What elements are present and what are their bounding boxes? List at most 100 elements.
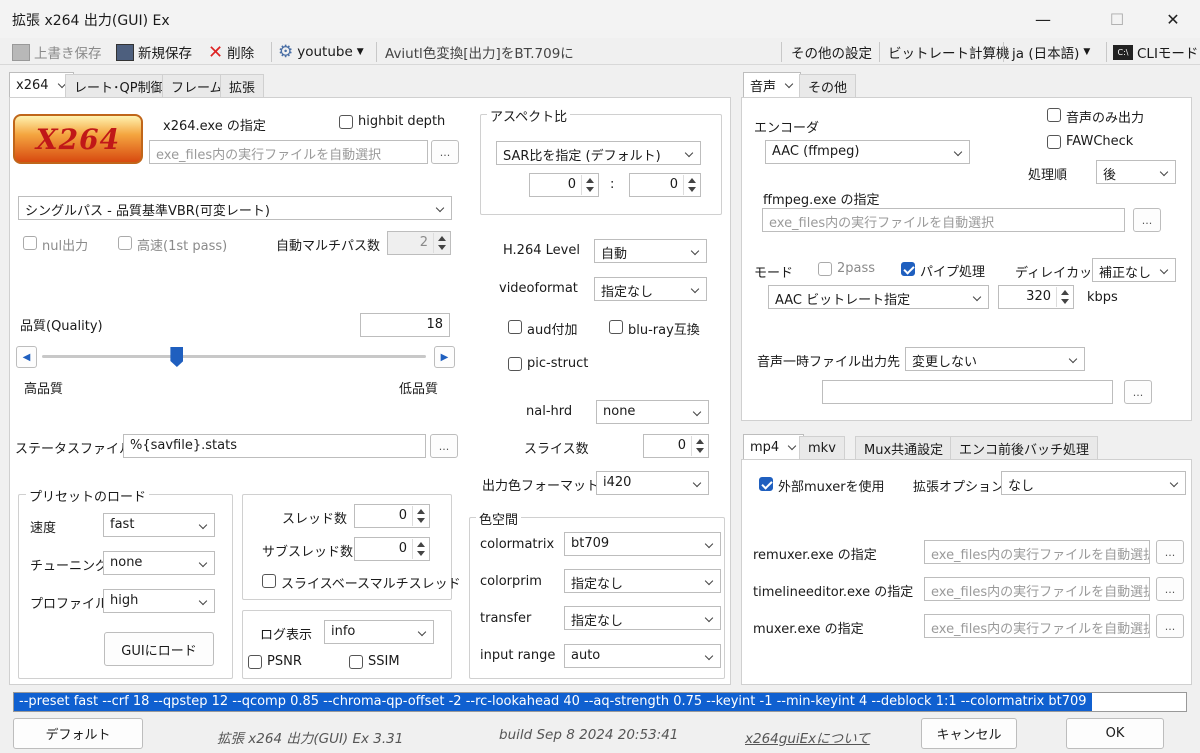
minimize-button[interactable]: — <box>1020 0 1066 38</box>
status-file-browse-button[interactable]: ... <box>430 434 458 458</box>
timeline-browse-button[interactable]: ... <box>1156 577 1184 601</box>
default-button[interactable]: デフォルト <box>13 718 143 749</box>
spinner-arrows-icon[interactable] <box>433 233 449 253</box>
tab-batch[interactable]: エンコ前後バッチ処理 <box>950 436 1099 460</box>
spinner-arrows-icon[interactable] <box>412 506 428 526</box>
language-dropdown[interactable]: ja (日本語) ▼ <box>1012 42 1090 62</box>
nul-output-checkbox[interactable] <box>23 236 37 250</box>
command-line-field[interactable]: --preset fast --crf 18 --qpstep 12 --qco… <box>13 692 1187 712</box>
highbit-label: highbit depth <box>358 114 446 129</box>
out-csp-select[interactable]: i420 <box>596 471 709 495</box>
slice-multithread-checkbox[interactable] <box>262 574 276 588</box>
ext-option-select[interactable]: なし <box>1001 471 1186 495</box>
ssim-checkbox[interactable] <box>349 655 363 669</box>
temp-path-browse-button[interactable]: ... <box>1124 380 1152 404</box>
tab-audio[interactable]: 音声 <box>743 72 802 98</box>
ffmpeg-exe-input[interactable]: exe_files内の実行ファイルを自動選択 <box>762 208 1125 232</box>
encode-mode-select[interactable]: シングルパス - 品質基準VBR(可変レート) <box>18 196 452 220</box>
cli-mode-button[interactable]: C:\ CLIモード <box>1113 42 1198 62</box>
colormatrix-label: colormatrix <box>480 537 555 552</box>
slider-left-button[interactable]: ◀ <box>16 346 37 368</box>
ffmpeg-exe-label: ffmpeg.exe の指定 <box>763 193 880 208</box>
videoformat-select[interactable]: 指定なし <box>594 277 707 301</box>
input-range-label: input range <box>480 648 556 663</box>
tab-mp4[interactable]: mp4 <box>743 434 805 460</box>
new-save-button[interactable]: 新規保存 <box>116 42 192 62</box>
external-muxer-checkbox[interactable] <box>759 477 773 491</box>
temp-path-input[interactable] <box>822 380 1113 404</box>
remuxer-input[interactable]: exe_files内の実行ファイルを自動選択 <box>924 540 1150 564</box>
gui-load-button[interactable]: GUIにロード <box>104 632 214 666</box>
speed-select[interactable]: fast <box>103 513 215 537</box>
spinner-arrows-icon[interactable] <box>691 436 707 456</box>
temp-dir-select[interactable]: 変更しない <box>905 347 1085 371</box>
transfer-select[interactable]: 指定なし <box>564 606 721 630</box>
spinner-arrows-icon[interactable] <box>581 175 597 195</box>
nal-hrd-select[interactable]: none <box>596 400 709 424</box>
muxer-browse-button[interactable]: ... <box>1156 614 1184 638</box>
pic-struct-checkbox[interactable] <box>508 357 522 371</box>
tab-other[interactable]: その他 <box>799 74 857 98</box>
aspect-height-spinner[interactable]: 0 <box>629 173 701 197</box>
audio-only-checkbox[interactable] <box>1047 108 1061 122</box>
slices-spinner[interactable]: 0 <box>643 434 709 458</box>
tab-rate-qp[interactable]: レート･QP制御 <box>65 74 173 98</box>
h264-level-select[interactable]: 自動 <box>594 239 707 263</box>
slider-right-button[interactable]: ▶ <box>434 346 455 368</box>
tab-x264[interactable]: x264 <box>9 72 74 98</box>
delete-label: 削除 <box>227 46 255 62</box>
overwrite-save-button[interactable]: 上書き保存 <box>12 42 102 62</box>
maximize-button[interactable]: ☐ <box>1094 0 1140 38</box>
bitrate-calc-button[interactable]: ビットレート計算機 <box>888 42 1010 62</box>
spinner-arrows-icon[interactable] <box>1056 287 1072 307</box>
order-select[interactable]: 後 <box>1096 160 1176 184</box>
quality-input[interactable]: 18 <box>360 313 450 337</box>
aud-checkbox[interactable] <box>508 320 522 334</box>
profile-dropdown[interactable]: ⚙ youtube ▼ <box>278 42 364 62</box>
log-select[interactable]: info <box>324 620 434 644</box>
input-range-select[interactable]: auto <box>564 644 721 668</box>
ffmpeg-exe-browse-button[interactable]: ... <box>1133 208 1161 232</box>
remuxer-browse-button[interactable]: ... <box>1156 540 1184 564</box>
tuning-select[interactable]: none <box>103 551 215 575</box>
fawcheck-checkbox[interactable] <box>1047 135 1061 149</box>
auto-multipass-spinner[interactable]: 2 <box>387 231 451 255</box>
twopass-checkbox[interactable] <box>818 262 832 276</box>
aspect-width-spinner[interactable]: 0 <box>529 173 599 197</box>
encoder-select[interactable]: AAC (ffmpeg) <box>765 140 970 164</box>
profile-select[interactable]: high <box>103 589 215 613</box>
tab-extension[interactable]: 拡張 <box>220 74 265 98</box>
psnr-checkbox[interactable] <box>248 655 262 669</box>
tab-mux-common[interactable]: Mux共通設定 <box>855 436 953 460</box>
subthreads-spinner[interactable]: 0 <box>354 537 430 561</box>
bitrate-spinner[interactable]: 320 <box>998 285 1074 309</box>
x264-exe-input[interactable]: exe_files内の実行ファイルを自動選択 <box>149 140 428 164</box>
ok-button[interactable]: OK <box>1066 718 1164 749</box>
aviutl-convert-button[interactable]: Aviutl色変換[出力]をBT.709に <box>385 42 574 62</box>
cancel-button[interactable]: キャンセル <box>921 718 1017 749</box>
profile-label: youtube <box>297 44 353 60</box>
status-file-input[interactable]: %{savfile}.stats <box>123 434 426 458</box>
other-settings-button[interactable]: その他の設定 <box>791 42 872 62</box>
colormatrix-select[interactable]: bt709 <box>564 532 721 556</box>
close-button[interactable]: ✕ <box>1150 0 1196 38</box>
pipe-checkbox[interactable] <box>901 262 915 276</box>
spinner-arrows-icon[interactable] <box>412 539 428 559</box>
delete-button[interactable]: ✕ 削除 <box>208 42 255 63</box>
fast-1st-pass-checkbox[interactable] <box>118 236 132 250</box>
delay-select[interactable]: 補正なし <box>1092 258 1176 282</box>
x264-exe-browse-button[interactable]: ... <box>431 140 459 164</box>
threads-spinner[interactable]: 0 <box>354 504 430 528</box>
colorprim-select[interactable]: 指定なし <box>564 569 721 593</box>
highbit-checkbox[interactable] <box>339 115 353 129</box>
bluray-checkbox[interactable] <box>609 320 623 334</box>
aspect-select[interactable]: SAR比を指定 (デフォルト) <box>496 141 701 165</box>
quality-slider-track[interactable] <box>42 355 426 358</box>
subthreads-label: サブスレッド数 <box>262 545 354 560</box>
muxer-input[interactable]: exe_files内の実行ファイルを自動選択 <box>924 614 1150 638</box>
about-link[interactable]: x264guiExについて <box>745 727 870 747</box>
tab-mkv[interactable]: mkv <box>799 436 845 460</box>
audio-mode-select[interactable]: AAC ビットレート指定 <box>768 285 989 309</box>
timeline-input[interactable]: exe_files内の実行ファイルを自動選択 <box>924 577 1150 601</box>
spinner-arrows-icon[interactable] <box>683 175 699 195</box>
